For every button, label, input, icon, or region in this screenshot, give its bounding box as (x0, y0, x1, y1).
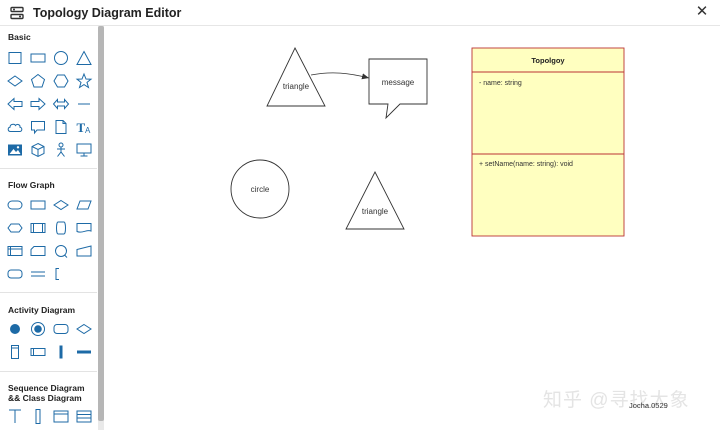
settings-list-icon (10, 6, 24, 20)
class-attribute: - name: string (479, 80, 522, 87)
circle-node[interactable]: circle (230, 159, 290, 219)
triangle-node[interactable]: triangle (266, 46, 326, 107)
cloud-icon[interactable] (6, 118, 24, 136)
callout-icon[interactable] (29, 118, 47, 136)
watermark-small: Jocha.0529 (629, 401, 668, 410)
connector-icon[interactable] (52, 242, 70, 260)
class-method: + setName(name: string): void (479, 161, 573, 168)
title-bar: Topology Diagram Editor ✕ (0, 0, 720, 26)
document-icon[interactable] (52, 118, 70, 136)
class-node[interactable]: Topolgoy - name: string + setName(name: … (471, 47, 625, 237)
class-members-icon[interactable] (75, 407, 93, 425)
shape-palette: Basic TA Flow Graph Activity Diagram Seq… (0, 26, 104, 430)
window-title: Topology Diagram Editor (33, 6, 182, 20)
equal-icon[interactable] (29, 265, 47, 283)
line-icon[interactable] (75, 95, 93, 113)
class-name: Topolgoy (531, 56, 565, 65)
star-icon[interactable] (75, 72, 93, 90)
rounded-rectangle-icon[interactable] (29, 49, 47, 67)
data-icon[interactable] (75, 196, 93, 214)
message-node-label: message (382, 78, 415, 87)
initial-state-icon[interactable] (6, 320, 24, 338)
message-node[interactable]: message (368, 58, 428, 120)
internal-storage-icon[interactable] (6, 242, 24, 260)
terminator-icon[interactable] (6, 196, 24, 214)
swimlane-vertical-icon[interactable] (6, 343, 24, 361)
fork-horizontal-icon[interactable] (75, 343, 93, 361)
triangle-node-label: triangle (362, 207, 389, 216)
action-icon[interactable] (52, 320, 70, 338)
diamond-icon[interactable] (6, 72, 24, 90)
lifeline-icon[interactable] (6, 407, 24, 425)
section-divider (0, 168, 97, 169)
decision-icon[interactable] (52, 196, 70, 214)
arrow-right-icon[interactable] (29, 95, 47, 113)
manual-input-icon[interactable] (75, 242, 93, 260)
actor-icon[interactable] (52, 141, 70, 159)
rectangle-icon[interactable] (6, 49, 24, 67)
arrow-both-icon[interactable] (52, 95, 70, 113)
document-shape-icon[interactable] (75, 219, 93, 237)
pentagon-icon[interactable] (29, 72, 47, 90)
triangle-node-label: triangle (283, 82, 310, 91)
card-icon[interactable] (29, 242, 47, 260)
image-icon[interactable] (6, 141, 24, 159)
diagram-canvas[interactable]: triangle message circle triangle Topolgo… (104, 26, 720, 430)
stored-data-icon[interactable] (52, 219, 70, 237)
predefined-process-icon[interactable] (29, 219, 47, 237)
triangle-node[interactable]: triangle (345, 171, 405, 230)
section-divider (0, 371, 97, 372)
delay-icon[interactable] (6, 265, 24, 283)
close-icon[interactable]: ✕ (694, 4, 710, 20)
section-divider (0, 292, 97, 293)
fork-vertical-icon[interactable] (52, 343, 70, 361)
activity-decision-icon[interactable] (75, 320, 93, 338)
connector-edge[interactable] (310, 72, 370, 80)
svg-text:A: A (85, 126, 91, 135)
activation-icon[interactable] (29, 407, 47, 425)
section-title-flow: Flow Graph (8, 180, 55, 190)
process-icon[interactable] (29, 196, 47, 214)
monitor-icon[interactable] (75, 141, 93, 159)
preparation-icon[interactable] (6, 219, 24, 237)
annotation-icon[interactable] (52, 265, 70, 283)
final-state-icon[interactable] (29, 320, 47, 338)
section-title-basic: Basic (8, 32, 31, 42)
section-title-sequence: Sequence Diagram && Class Diagram (8, 383, 85, 403)
section-title-activity: Activity Diagram (8, 305, 76, 315)
swimlane-horizontal-icon[interactable] (29, 343, 47, 361)
hexagon-icon[interactable] (52, 72, 70, 90)
arrow-left-icon[interactable] (6, 95, 24, 113)
circle-icon[interactable] (52, 49, 70, 67)
cube-icon[interactable] (29, 141, 47, 159)
triangle-icon[interactable] (75, 49, 93, 67)
text-icon[interactable]: TA (75, 118, 93, 136)
class-icon[interactable] (52, 407, 70, 425)
circle-node-label: circle (251, 185, 270, 194)
